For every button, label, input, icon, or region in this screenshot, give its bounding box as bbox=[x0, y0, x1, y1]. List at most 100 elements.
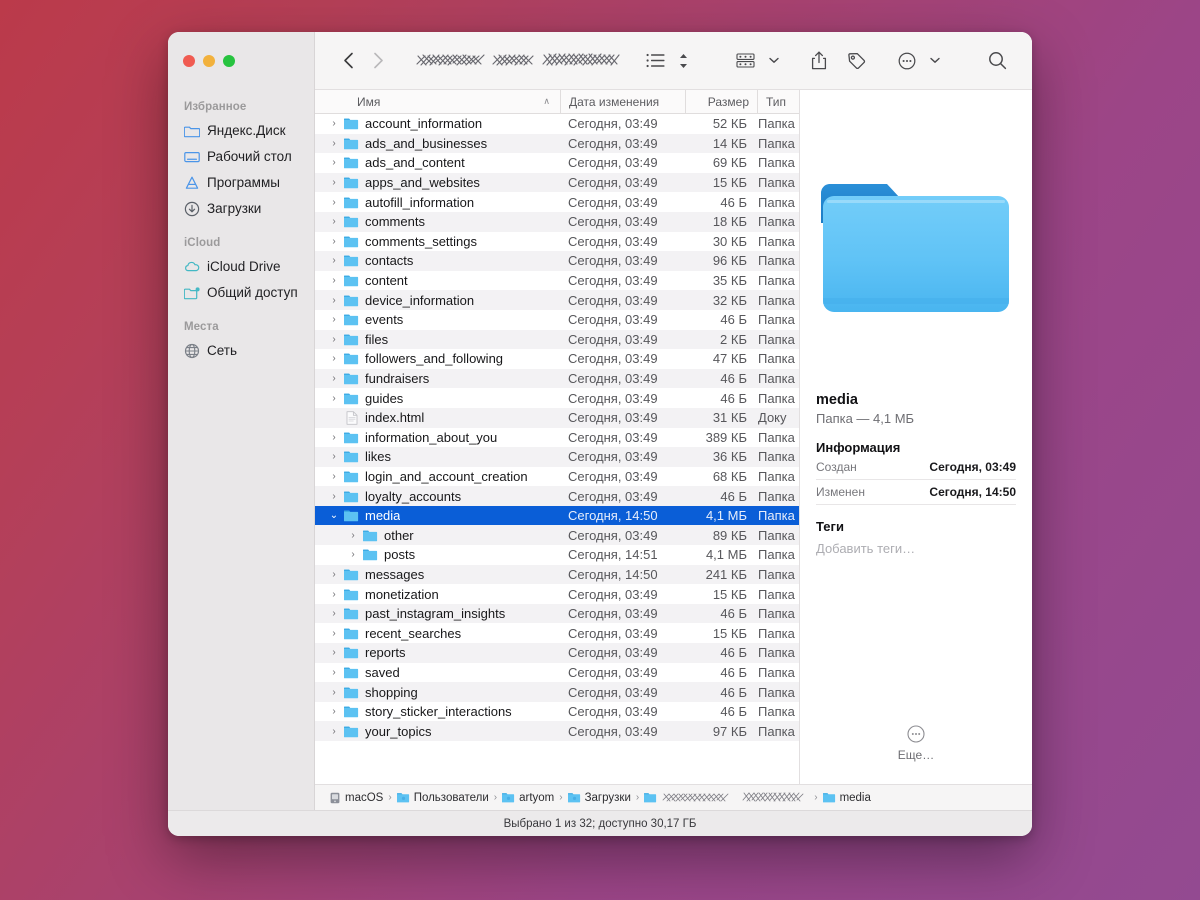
disclosure-collapsed-icon[interactable]: › bbox=[327, 177, 341, 188]
breadcrumb-item[interactable]: Загрузки bbox=[567, 792, 631, 804]
row-date-cell: Сегодня, 03:49 bbox=[568, 331, 658, 347]
disclosure-collapsed-icon[interactable]: › bbox=[327, 393, 341, 404]
more-actions-chevron-down-icon[interactable] bbox=[923, 47, 947, 75]
disclosure-collapsed-icon[interactable]: › bbox=[327, 216, 341, 227]
breadcrumb-item[interactable]: media bbox=[822, 792, 871, 804]
sidebar-item-яндекс-диск[interactable]: Яндекс.Диск bbox=[176, 118, 306, 143]
back-button[interactable] bbox=[333, 47, 363, 75]
table-row[interactable]: › posts Сегодня, 14:51 4,1 МБ Папка bbox=[315, 545, 799, 565]
column-header-type[interactable]: Тип bbox=[757, 90, 799, 113]
forward-button[interactable] bbox=[363, 47, 393, 75]
inspector-more-button[interactable]: Еще… bbox=[816, 725, 1016, 762]
table-row[interactable]: › contacts Сегодня, 03:49 96 КБ Папка bbox=[315, 251, 799, 271]
disclosure-collapsed-icon[interactable]: › bbox=[327, 569, 341, 580]
table-row[interactable]: › account_information Сегодня, 03:49 52 КБ П… bbox=[315, 114, 799, 134]
table-row[interactable]: › fundraisers Сегодня, 03:49 46 Б Папка bbox=[315, 368, 799, 389]
disclosure-collapsed-icon[interactable]: › bbox=[327, 687, 341, 698]
disclosure-collapsed-icon[interactable]: › bbox=[327, 589, 341, 600]
disclosure-collapsed-icon[interactable]: › bbox=[327, 451, 341, 462]
table-row[interactable]: › files Сегодня, 03:49 2 КБ Папка bbox=[315, 329, 799, 350]
table-row[interactable]: › information_about_you Сегодня, 03:49 389 … bbox=[315, 428, 799, 448]
column-header-date[interactable]: Дата изменения bbox=[560, 90, 685, 113]
breadcrumb-item[interactable] bbox=[644, 791, 809, 804]
table-row[interactable]: › guides Сегодня, 03:49 46 Б Папка bbox=[315, 388, 799, 408]
zoom-button[interactable] bbox=[223, 55, 235, 67]
disclosure-collapsed-icon[interactable]: › bbox=[327, 157, 341, 168]
sidebar-item-общий-доступ[interactable]: Общий доступ bbox=[176, 280, 306, 305]
disclosure-collapsed-icon[interactable]: › bbox=[327, 628, 341, 639]
disclosure-collapsed-icon[interactable]: › bbox=[327, 314, 341, 325]
table-row[interactable]: › events Сегодня, 03:49 46 Б Папка bbox=[315, 310, 799, 330]
disclosure-collapsed-icon[interactable]: › bbox=[327, 706, 341, 717]
table-row[interactable]: › past_instagram_insights Сегодня, 03:49 46… bbox=[315, 603, 799, 624]
disclosure-expanded-icon[interactable]: ⌄ bbox=[327, 510, 341, 521]
table-row[interactable]: index.html Сегодня, 03:49 31 КБ Доку bbox=[315, 407, 799, 428]
disclosure-collapsed-icon[interactable]: › bbox=[346, 549, 360, 560]
disclosure-collapsed-icon[interactable]: › bbox=[327, 471, 341, 482]
column-header-name[interactable]: Имя ∧ bbox=[315, 90, 560, 113]
breadcrumb-item[interactable]: artyom bbox=[502, 792, 554, 804]
breadcrumb-item[interactable]: macOS bbox=[329, 792, 383, 804]
sidebar-item-рабочий-стол[interactable]: Рабочий стол bbox=[176, 144, 306, 169]
disclosure-collapsed-icon[interactable]: › bbox=[327, 432, 341, 443]
disclosure-collapsed-icon[interactable]: › bbox=[327, 353, 341, 364]
disclosure-collapsed-icon[interactable]: › bbox=[327, 197, 341, 208]
disclosure-collapsed-icon[interactable]: › bbox=[327, 236, 341, 247]
table-row[interactable]: › shopping Сегодня, 03:49 46 Б Папка bbox=[315, 682, 799, 702]
table-row[interactable]: ⌄ media Сегодня, 14:50 4,1 МБ Папка bbox=[315, 505, 799, 526]
add-tags-input[interactable]: Добавить теги… bbox=[816, 541, 1016, 556]
disclosure-collapsed-icon[interactable]: › bbox=[327, 138, 341, 149]
table-row[interactable]: › monetization Сегодня, 03:49 15 КБ Папка bbox=[315, 584, 799, 604]
disclosure-collapsed-icon[interactable]: › bbox=[327, 491, 341, 502]
table-row[interactable]: › device_information Сегодня, 03:49 32 КБ Па… bbox=[315, 290, 799, 310]
table-row[interactable]: › loyalty_accounts Сегодня, 03:49 46 Б Папка bbox=[315, 486, 799, 506]
disclosure-collapsed-icon[interactable]: › bbox=[327, 647, 341, 658]
table-row[interactable]: › your_topics Сегодня, 03:49 97 КБ Папка bbox=[315, 721, 799, 741]
search-button[interactable] bbox=[981, 47, 1014, 75]
close-button[interactable] bbox=[183, 55, 195, 67]
disclosure-collapsed-icon[interactable]: › bbox=[327, 295, 341, 306]
table-row[interactable]: › messages Сегодня, 14:50 241 КБ Папка bbox=[315, 564, 799, 585]
table-row[interactable]: › login_and_account_creation Сегодня, 03:4… bbox=[315, 467, 799, 487]
folder-icon bbox=[341, 705, 362, 718]
minimize-button[interactable] bbox=[203, 55, 215, 67]
table-row[interactable]: › ads_and_content Сегодня, 03:49 69 КБ Папка bbox=[315, 153, 799, 173]
sidebar-item-загрузки[interactable]: Загрузки bbox=[176, 196, 306, 221]
disclosure-collapsed-icon[interactable]: › bbox=[327, 667, 341, 678]
inspector-panel: media Папка — 4,1 МБ Информация Создан Се… bbox=[800, 90, 1032, 784]
disclosure-collapsed-icon[interactable]: › bbox=[327, 726, 341, 737]
breadcrumb-item[interactable]: Пользователи bbox=[396, 792, 489, 804]
table-row[interactable]: › comments Сегодня, 03:49 18 КБ Папка bbox=[315, 211, 799, 232]
disclosure-collapsed-icon[interactable]: › bbox=[327, 118, 341, 129]
disclosure-collapsed-icon[interactable]: › bbox=[327, 275, 341, 286]
disclosure-collapsed-icon[interactable]: › bbox=[327, 255, 341, 266]
more-actions-button[interactable] bbox=[891, 47, 923, 75]
group-by-button[interactable] bbox=[729, 47, 762, 75]
table-row[interactable]: › followers_and_following Сегодня, 03:49 47… bbox=[315, 349, 799, 369]
sidebar-item-сеть[interactable]: Сеть bbox=[176, 338, 306, 363]
tag-button[interactable] bbox=[840, 47, 873, 75]
table-row[interactable]: › autofill_information Сегодня, 03:49 46 Б П… bbox=[315, 192, 799, 212]
list-view-button[interactable] bbox=[639, 47, 672, 75]
table-row[interactable]: › saved Сегодня, 03:49 46 Б Папка bbox=[315, 663, 799, 683]
table-row[interactable]: › apps_and_websites Сегодня, 03:49 15 КБ Пап… bbox=[315, 172, 799, 193]
table-row[interactable]: › recent_searches Сегодня, 03:49 15 КБ Папка bbox=[315, 623, 799, 643]
disclosure-collapsed-icon[interactable]: › bbox=[327, 608, 341, 619]
share-button[interactable] bbox=[804, 47, 834, 75]
table-row[interactable]: › likes Сегодня, 03:49 36 КБ Папка bbox=[315, 447, 799, 467]
view-options-stepper[interactable] bbox=[672, 47, 695, 75]
table-row[interactable]: › reports Сегодня, 03:49 46 Б Папка bbox=[315, 643, 799, 663]
group-by-chevron-down-icon[interactable] bbox=[762, 47, 786, 75]
column-header-size[interactable]: Размер bbox=[685, 90, 757, 113]
table-row[interactable]: › other Сегодня, 03:49 89 КБ Папка bbox=[315, 525, 799, 546]
table-row[interactable]: › content Сегодня, 03:49 35 КБ Папка bbox=[315, 271, 799, 291]
sidebar-item-программы[interactable]: Программы bbox=[176, 170, 306, 195]
sidebar-item-icloud-drive[interactable]: iCloud Drive bbox=[176, 254, 306, 279]
table-row[interactable]: › ads_and_businesses Сегодня, 03:49 14 КБ Па… bbox=[315, 133, 799, 154]
disclosure-collapsed-icon[interactable]: › bbox=[327, 373, 341, 384]
disclosure-collapsed-icon[interactable]: › bbox=[327, 334, 341, 345]
table-row[interactable]: › comments_settings Сегодня, 03:49 30 КБ Пап… bbox=[315, 232, 799, 252]
folder-icon bbox=[344, 432, 359, 444]
table-row[interactable]: › story_sticker_interactions Сегодня, 03:4… bbox=[315, 702, 799, 722]
disclosure-collapsed-icon[interactable]: › bbox=[346, 530, 360, 541]
